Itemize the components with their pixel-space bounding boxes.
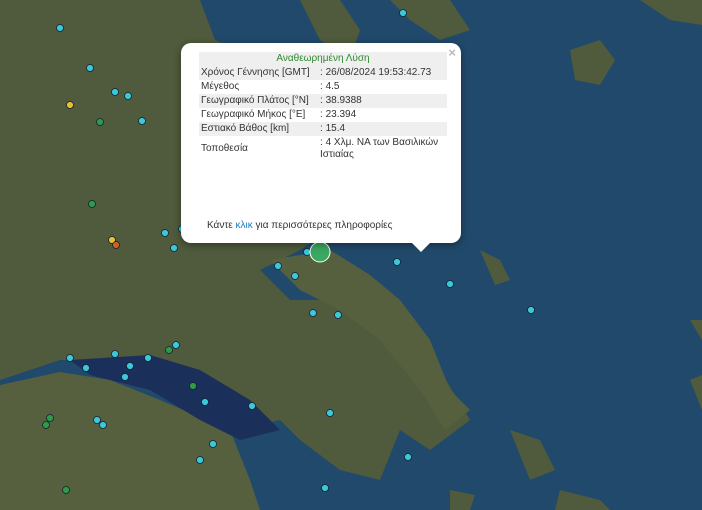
earthquake-popup: × Αναθεωρημένη Λύση Χρόνος Γέννησης [GMT… <box>181 43 461 252</box>
table-row: Εστιακό Βάθος [km]: 15.4 <box>199 122 447 136</box>
earthquake-marker[interactable] <box>393 258 401 266</box>
footer-text: Κάντε <box>207 220 236 231</box>
earthquake-marker[interactable] <box>111 88 119 96</box>
earthquake-marker[interactable] <box>209 440 217 448</box>
row-value: : 15.4 <box>318 122 447 136</box>
earthquake-details-table: Αναθεωρημένη Λύση Χρόνος Γέννησης [GMT]:… <box>199 52 447 162</box>
earthquake-marker[interactable] <box>274 262 282 270</box>
table-row: Τοποθεσία : 4 Χλμ. ΝΑ των Βασιλικών Ιστια… <box>199 136 447 162</box>
earthquake-marker[interactable] <box>303 248 311 256</box>
earthquake-marker[interactable] <box>96 118 104 126</box>
row-value: : 23.394 <box>320 109 357 120</box>
earthquake-marker[interactable] <box>326 409 334 417</box>
row-value: : 26/08/2024 19:53:42.73 <box>318 66 447 80</box>
earthquake-marker[interactable] <box>88 200 96 208</box>
earthquake-marker[interactable] <box>196 456 204 464</box>
table-row: Γεωγραφικό Πλάτος [°N]: 38.9388 <box>199 94 447 108</box>
earthquake-marker[interactable] <box>62 486 70 494</box>
earthquake-marker[interactable] <box>334 311 342 319</box>
earthquake-marker[interactable] <box>248 402 256 410</box>
row-label: Γεωγραφικό Μήκος [°E] <box>201 109 306 120</box>
row-value: : 4.5 <box>320 81 340 92</box>
close-icon[interactable]: × <box>448 45 456 60</box>
earthquake-marker[interactable] <box>86 64 94 72</box>
earthquake-marker[interactable] <box>161 229 169 237</box>
earthquake-marker[interactable] <box>138 117 146 125</box>
earthquake-marker[interactable] <box>66 354 74 362</box>
earthquake-marker[interactable] <box>66 101 74 109</box>
earthquake-marker[interactable] <box>189 382 197 390</box>
footer-text: για περισσότερες πληροφορίες <box>252 220 393 231</box>
earthquake-marker[interactable] <box>201 398 209 406</box>
earthquake-marker[interactable] <box>399 9 407 17</box>
earthquake-marker[interactable] <box>46 414 54 422</box>
row-label: Χρόνος Γέννησης [GMT] <box>199 66 319 80</box>
earthquake-marker[interactable] <box>404 453 412 461</box>
earthquake-marker[interactable] <box>144 354 152 362</box>
selected-earthquake-marker[interactable] <box>309 241 331 263</box>
more-info-link[interactable]: κλικ <box>236 220 253 231</box>
earthquake-marker[interactable] <box>42 421 50 429</box>
earthquake-marker[interactable] <box>111 350 119 358</box>
row-label: Μέγεθος <box>201 81 240 92</box>
earthquake-marker[interactable] <box>124 92 132 100</box>
row-label: Γεωγραφικό Πλάτος [°N] <box>199 94 319 108</box>
earthquake-marker[interactable] <box>170 244 178 252</box>
earthquake-marker[interactable] <box>321 484 329 492</box>
earthquake-marker[interactable] <box>56 24 64 32</box>
earthquake-marker[interactable] <box>121 373 129 381</box>
row-label: Εστιακό Βάθος [km] <box>199 122 319 136</box>
earthquake-marker[interactable] <box>126 362 134 370</box>
popup-footer: Κάντε κλικ για περισσότερες πληροφορίες <box>207 220 392 231</box>
earthquake-marker[interactable] <box>82 364 90 372</box>
earthquake-marker[interactable] <box>172 341 180 349</box>
table-row: Χρόνος Γέννησης [GMT]: 26/08/2024 19:53:… <box>199 66 447 80</box>
earthquake-marker[interactable] <box>527 306 535 314</box>
row-value: : 38.9388 <box>318 94 447 108</box>
earthquake-marker[interactable] <box>165 346 173 354</box>
table-row: Γεωγραφικό Μήκος [°E] : 23.394 <box>199 108 447 122</box>
popup-title: Αναθεωρημένη Λύση <box>199 52 447 66</box>
earthquake-marker[interactable] <box>112 241 120 249</box>
row-value: : 4 Χλμ. ΝΑ των Βασιλικών Ιστιαίας <box>320 137 439 160</box>
earthquake-marker[interactable] <box>291 272 299 280</box>
earthquake-marker[interactable] <box>446 280 454 288</box>
row-label: Τοποθεσία <box>201 143 248 154</box>
table-row: Μέγεθος : 4.5 <box>199 80 447 94</box>
earthquake-marker[interactable] <box>99 421 107 429</box>
earthquake-marker[interactable] <box>93 416 101 424</box>
earthquake-marker[interactable] <box>309 309 317 317</box>
